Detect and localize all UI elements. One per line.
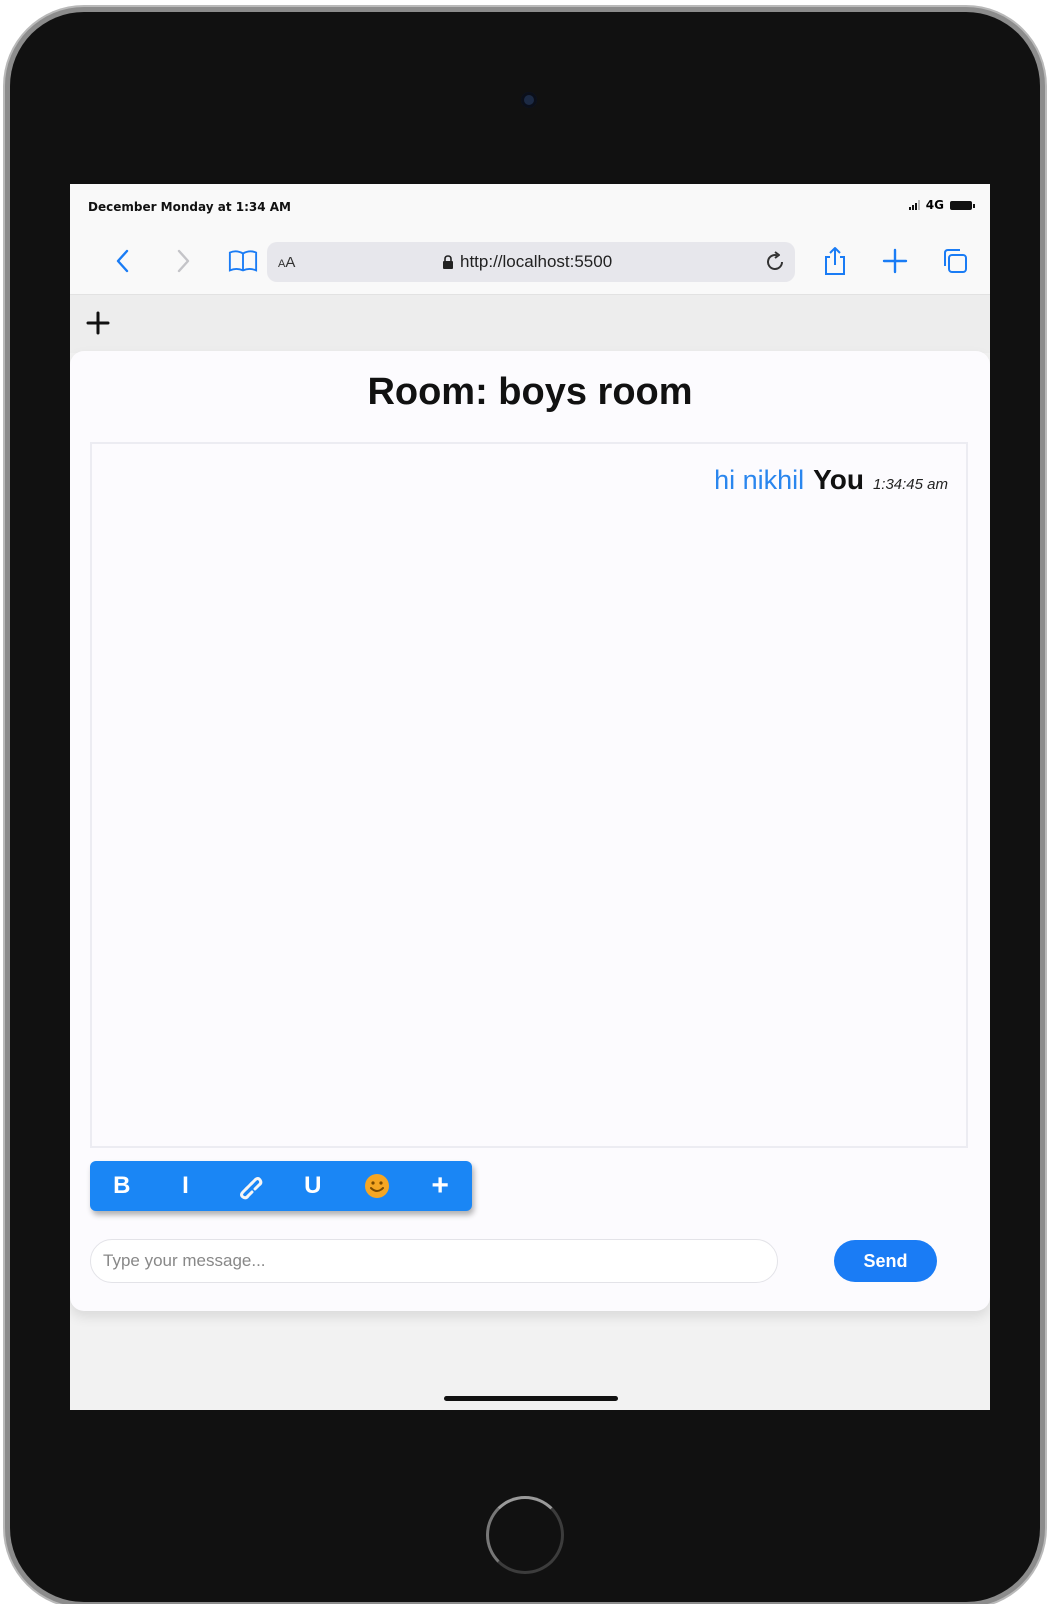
chevron-left-icon <box>116 249 129 273</box>
battery-icon <box>950 200 975 210</box>
share-button[interactable] <box>820 246 850 276</box>
home-button[interactable] <box>486 1496 564 1574</box>
address-bar[interactable]: AA http://localhost:5500 <box>267 242 795 282</box>
url-text: http://localhost:5500 <box>460 252 613 271</box>
add-tab-icon[interactable] <box>86 311 110 335</box>
message-input[interactable] <box>90 1239 778 1283</box>
send-button[interactable]: Send <box>834 1240 937 1282</box>
tab-strip <box>70 295 990 353</box>
chat-card: Room: boys room hi nikhil You 1:34:45 am… <box>70 351 990 1311</box>
tablet-device: December Monday at 1:34 AM 4G AA http://… <box>10 12 1040 1602</box>
url-display[interactable]: http://localhost:5500 <box>442 252 612 272</box>
new-tab-button[interactable] <box>880 246 910 276</box>
text-size-button[interactable]: AA <box>278 254 295 271</box>
message-item: hi nikhil You 1:34:45 am <box>714 464 948 496</box>
link-button[interactable] <box>217 1161 281 1211</box>
status-indicators: 4G <box>908 198 975 212</box>
home-indicator <box>444 1396 618 1401</box>
message-author: You <box>813 464 864 495</box>
message-list[interactable]: hi nikhil You 1:34:45 am <box>90 442 968 1148</box>
chevron-right-icon <box>177 249 190 273</box>
lock-icon <box>443 254 453 269</box>
more-options-button[interactable]: + <box>408 1161 472 1211</box>
share-icon <box>825 247 845 275</box>
browser-toolbar: AA http://localhost:5500 <box>70 228 990 295</box>
status-time: December Monday at 1:34 AM <box>88 200 291 214</box>
message-timestamp: 1:34:45 am <box>872 476 948 493</box>
signal-icon <box>908 200 920 210</box>
tabs-overview-button[interactable] <box>940 246 970 276</box>
message-text: hi nikhil <box>714 465 805 495</box>
forward-button[interactable] <box>168 246 198 276</box>
book-icon <box>228 250 258 272</box>
back-button[interactable] <box>108 246 138 276</box>
link-icon <box>240 1177 263 1200</box>
emoji-button[interactable] <box>345 1161 409 1211</box>
network-label: 4G <box>925 198 944 212</box>
status-bar: December Monday at 1:34 AM 4G <box>70 184 990 228</box>
camera-icon <box>521 92 537 108</box>
bookmarks-button[interactable] <box>228 246 258 276</box>
format-toolbar: B I U + <box>90 1161 472 1211</box>
tabs-icon <box>944 249 967 273</box>
underline-button[interactable]: U <box>281 1161 345 1211</box>
italic-button[interactable]: I <box>154 1161 218 1211</box>
screen: December Monday at 1:34 AM 4G AA http://… <box>70 184 990 1410</box>
smiley-icon <box>364 1174 389 1198</box>
reload-icon[interactable] <box>763 250 787 274</box>
plus-icon <box>882 248 908 274</box>
page-title: Room: boys room <box>367 371 693 413</box>
bold-button[interactable]: B <box>90 1161 154 1211</box>
